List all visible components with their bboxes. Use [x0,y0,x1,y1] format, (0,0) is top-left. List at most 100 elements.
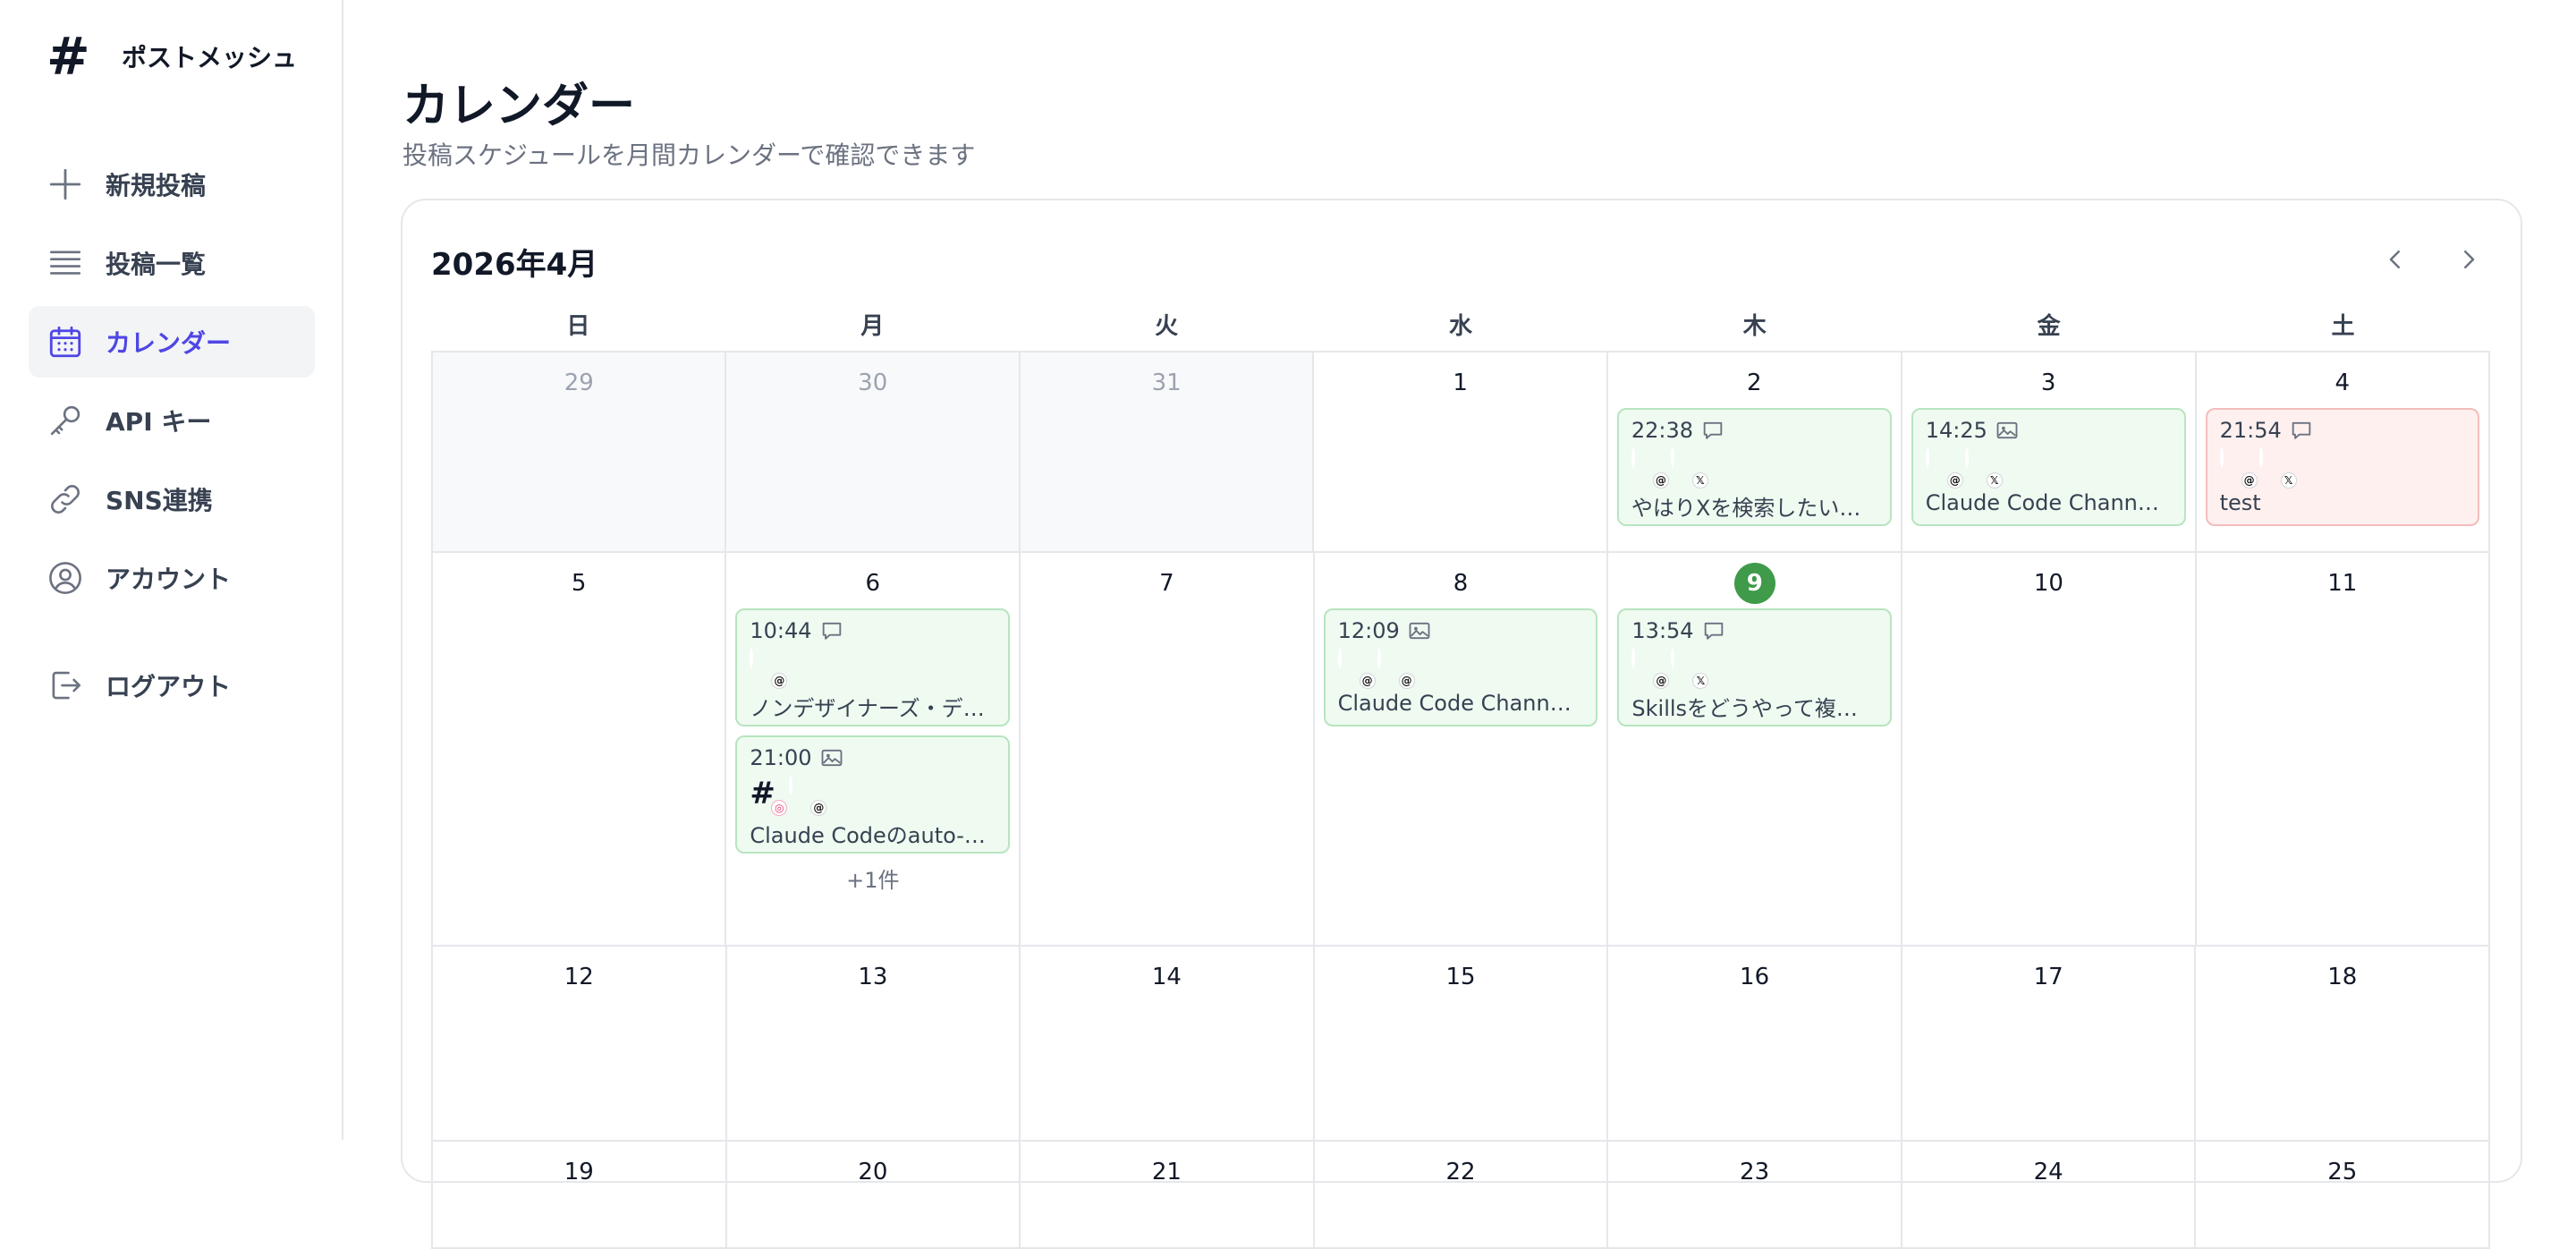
calendar-day-cell[interactable]: 2 22:38 @ 𝕏 やはりXを検索したい時… [1607,353,1902,553]
calendar-day-cell[interactable]: 20 [726,1142,1021,1249]
day-number: 17 [1911,963,2186,1002]
x-icon: 𝕏 [1986,472,2003,489]
calendar-day-cell[interactable]: 14 [1021,947,1315,1142]
calendar-day-cell[interactable]: 17 [1902,947,2197,1142]
sidebar-item-key[interactable]: API キー [29,385,315,456]
calendar-post[interactable]: 14:25 @ 𝕏 Claude Code Channel… [1911,408,2186,526]
calendar-day-cell[interactable]: 10 [1902,553,2197,947]
logout-button[interactable]: ログアウト [29,650,315,721]
account-avatar: @ [1925,447,1963,489]
day-number: 6 [735,569,1010,608]
calendar-card: 2026年4月 日月火水木金土 29 30 31 1 2 22:38 @ 𝕏 やはりXを検索した… [401,199,2522,1249]
day-number: 20 [736,1158,1011,1197]
more-posts-link[interactable]: +1件 [735,862,1010,894]
sidebar-item-list[interactable]: 投稿一覧 [29,227,315,299]
chevron-right-icon [2464,251,2475,268]
day-number-text: 8 [1453,570,1469,597]
day-number: 23 [1617,1158,1892,1197]
post-header: 14:25 [1926,417,2172,444]
calendar-day-cell[interactable]: 29 [433,353,727,553]
calendar-day-cell[interactable]: 21 [1021,1142,1315,1249]
day-number-text: 11 [2327,570,2358,597]
instagram-icon: ◎ [771,800,788,816]
calendar-day-cell[interactable]: 23 [1608,1142,1902,1249]
calendar-day-cell[interactable]: 9 13:54 @ 𝕏 Skillsをどうやって複数… [1608,553,1903,947]
post-header: 22:38 [1631,417,1877,444]
text-post-icon [819,618,844,643]
calendar-day-cell[interactable]: 3 14:25 @ 𝕏 Claude Code Channel… [1902,353,2197,553]
plus-icon [45,164,86,205]
day-number-text: 17 [2033,964,2063,990]
calendar-day-cell[interactable]: 30 [726,353,1021,553]
calendar-day-cell[interactable]: 25 [2196,1142,2491,1249]
day-number-text: 10 [2033,570,2063,597]
post-text: Claude Codeのauto-me… [750,823,996,848]
text-post-icon [1700,418,1725,443]
sidebar-item-label: カレンダー [106,328,232,358]
calendar-day-cell[interactable]: 24 [1902,1142,2197,1249]
brand[interactable]: # ポストメッシュ [47,30,297,82]
calendar-day-cell[interactable]: 1 [1314,353,1608,553]
next-month-button[interactable] [2447,238,2490,281]
day-number-text: 3 [2040,370,2056,396]
logo-hash-icon: # [47,26,90,87]
calendar-post[interactable]: 10:44 @ ノンデザイナーズ・デザ… [735,608,1011,726]
post-header: 21:54 [2220,417,2465,444]
sidebar-item-user-circle[interactable]: アカウント [29,542,315,614]
post-time: 22:38 [1631,418,1694,443]
link-icon [45,479,86,520]
calendar-post[interactable]: 22:38 @ 𝕏 やはりXを検索したい時… [1616,408,1892,526]
weekday-label: 金 [2037,313,2061,340]
weekday-label: 月 [860,313,885,340]
post-time: 14:25 [1925,418,1987,443]
calendar-day-cell[interactable]: 6 10:44 @ ノンデザイナーズ・デザ… 21:00 # ◎ @ Claude Codeのa… [726,553,1021,947]
logout-label: ログアウト [106,672,232,701]
sidebar-item-plus[interactable]: 新規投稿 [29,149,315,220]
weekday-label: 日 [566,313,590,340]
day-number: 5 [442,569,716,608]
calendar-day-cell[interactable]: 5 [433,553,727,947]
post-accounts: @ [750,646,996,689]
day-number-text: 23 [1740,1159,1770,1185]
threads-icon: @ [810,800,827,816]
calendar-post[interactable]: 12:09 @ @ Claude Code Channel… [1323,608,1598,726]
calendar-day-cell[interactable]: 19 [433,1142,727,1249]
sidebar-item-link[interactable]: SNS連携 [29,463,315,535]
calendar-day-cell[interactable]: 22 [1314,1142,1609,1249]
calendar-day-cell[interactable]: 8 12:09 @ @ Claude Code Channel… [1314,553,1609,947]
calendar-post[interactable]: 21:00 # ◎ @ Claude Codeのauto-me… [735,735,1011,854]
calendar-day-cell[interactable]: 15 [1314,947,1609,1142]
account-avatar: @ [2219,447,2258,489]
post-accounts: @ 𝕏 [1631,646,1877,689]
logout-icon [45,665,86,706]
calendar-day-cell[interactable]: 7 [1021,553,1315,947]
account-avatar: @ [750,648,788,689]
sidebar-item-label: 新規投稿 [106,171,207,200]
calendar-post[interactable]: 21:54 @ 𝕏test [2205,408,2480,526]
sidebar-item-calendar[interactable]: カレンダー [29,306,315,378]
day-number-text: 18 [2327,964,2358,990]
prev-month-button[interactable] [2374,238,2417,281]
account-avatar: @ [789,775,827,816]
post-header: 10:44 [750,617,996,644]
account-avatar: 𝕏 [2258,447,2297,489]
today-marker: 9 [1733,563,1775,604]
day-number-text: 22 [1445,1159,1476,1185]
calendar-day-cell[interactable]: 18 [2196,947,2491,1142]
key-icon [45,400,86,441]
calendar-day-cell[interactable]: 13 [726,947,1021,1142]
weekday-header: 日月火水木金土 [431,308,2490,341]
calendar-day-cell[interactable]: 4 21:54 @ 𝕏test [2196,353,2491,553]
calendar-day-cell[interactable]: 11 [2196,553,2490,947]
day-number: 14 [1030,963,1304,1002]
main-content: カレンダー 投稿スケジュールを月間カレンダーで確認できます 2026年4月 日 月… [401,0,2576,1249]
calendar-day-cell[interactable]: 12 [433,947,727,1142]
account-avatar: @ [1337,648,1376,689]
calendar-post[interactable]: 13:54 @ 𝕏 Skillsをどうやって複数… [1617,608,1893,726]
weekday-label: 火 [1155,313,1179,340]
x-icon: 𝕏 [1692,673,1709,689]
calendar-day-cell[interactable]: 16 [1608,947,1902,1142]
calendar-week: 5 6 10:44 @ ノンデザイナーズ・デザ… 21:00 # ◎ @ Claude Codeの… [433,553,2490,947]
calendar-day-cell[interactable]: 31 [1020,353,1315,553]
